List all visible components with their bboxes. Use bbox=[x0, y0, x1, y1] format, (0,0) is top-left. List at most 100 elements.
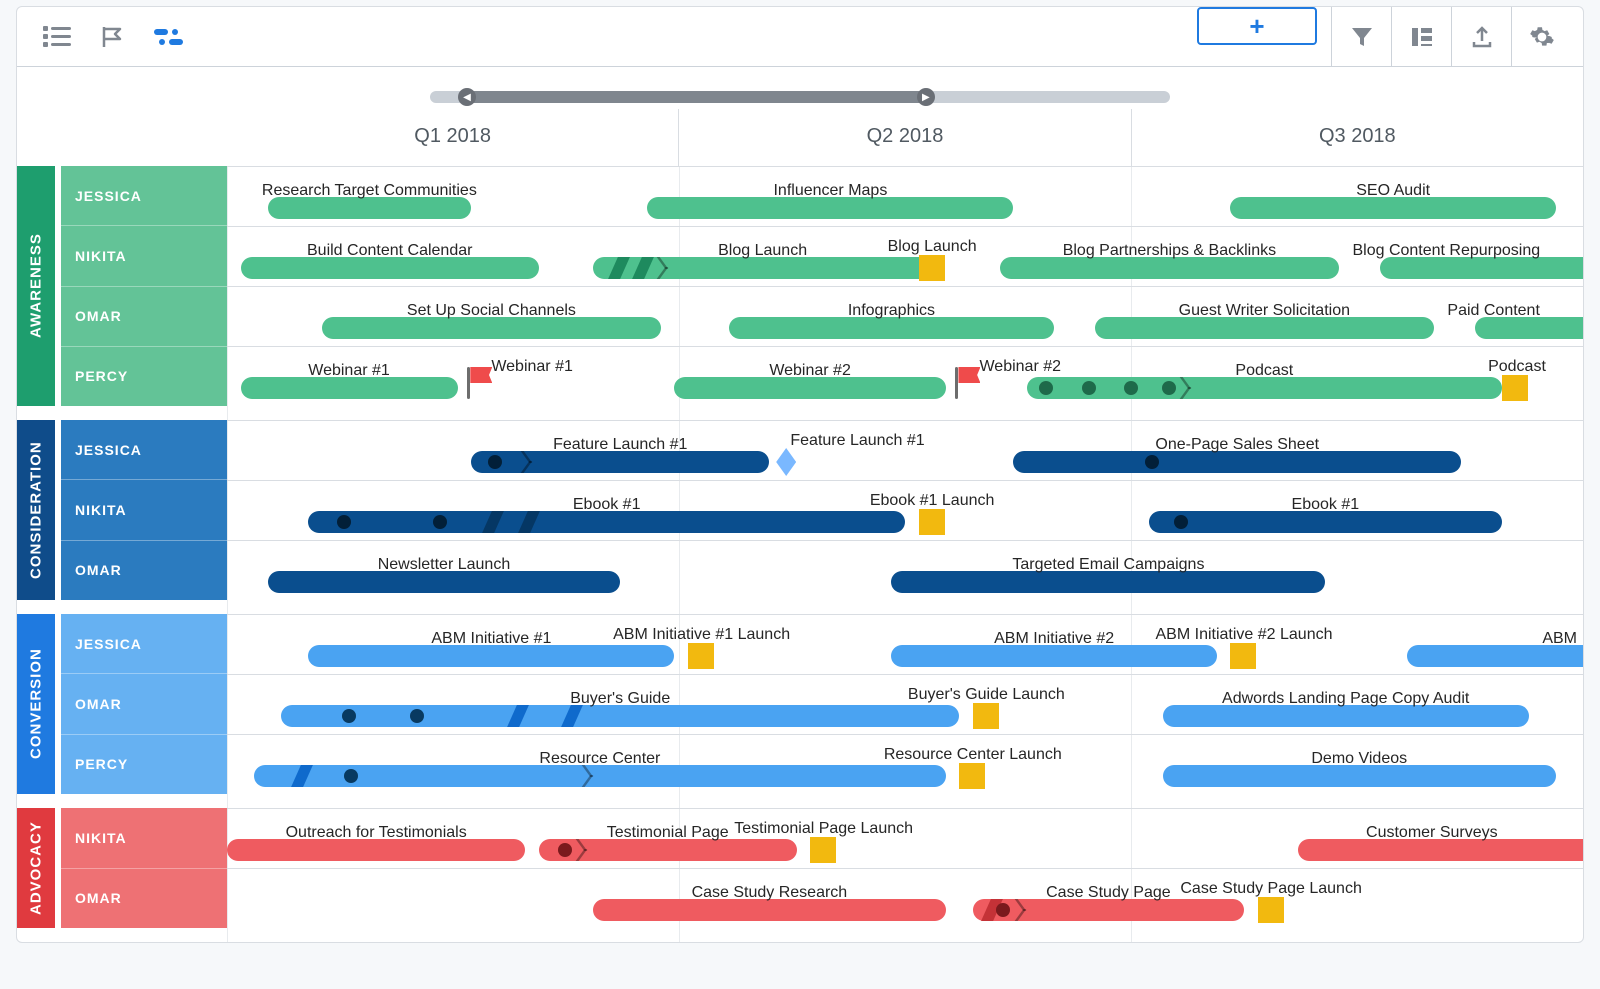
group-consideration: CONSIDERATION JESSICA NIKITA OMAR Featur… bbox=[17, 420, 1583, 600]
gantt-bar[interactable] bbox=[241, 377, 458, 399]
task-label: Buyer's Guide bbox=[570, 690, 670, 708]
gantt-row: Set Up Social ChannelsInfographicsGuest … bbox=[227, 286, 1583, 346]
gantt-bar[interactable] bbox=[1407, 645, 1584, 667]
gantt-bar[interactable] bbox=[1027, 377, 1502, 399]
gantt-bar[interactable] bbox=[308, 511, 905, 533]
person-label[interactable]: OMAR bbox=[61, 540, 227, 600]
gantt-bar[interactable] bbox=[322, 317, 661, 339]
gantt-bar[interactable] bbox=[268, 197, 471, 219]
person-label[interactable]: NIKITA bbox=[61, 808, 227, 868]
task-label: Infographics bbox=[848, 302, 935, 320]
layout-icon[interactable] bbox=[1391, 7, 1451, 66]
person-label[interactable]: OMAR bbox=[61, 286, 227, 346]
gantt-bar[interactable] bbox=[254, 765, 946, 787]
gantt-bar[interactable] bbox=[1163, 765, 1556, 787]
task-label: Outreach for Testimonials bbox=[286, 824, 467, 842]
flag-icon[interactable] bbox=[952, 367, 980, 389]
add-button-label: + bbox=[1249, 11, 1264, 42]
gantt-bar[interactable] bbox=[1149, 511, 1502, 533]
add-button[interactable]: + bbox=[1197, 7, 1317, 45]
milestone[interactable] bbox=[1502, 375, 1528, 401]
milestone[interactable] bbox=[919, 509, 945, 535]
milestone[interactable] bbox=[810, 837, 836, 863]
slider-start-handle[interactable]: ◀ bbox=[458, 88, 476, 106]
milestone[interactable] bbox=[919, 255, 945, 281]
person-label[interactable]: PERCY bbox=[61, 346, 227, 406]
slider-end-handle[interactable]: ▶ bbox=[917, 88, 935, 106]
diamond-icon[interactable] bbox=[776, 448, 796, 476]
task-label: Webinar #1 bbox=[308, 362, 390, 380]
gantt-bar[interactable] bbox=[1095, 317, 1434, 339]
group-label: AWARENESS bbox=[17, 166, 55, 406]
gantt-row: Buyer's GuideBuyer's Guide LaunchAdwords… bbox=[227, 674, 1583, 734]
gantt-bar[interactable] bbox=[674, 377, 945, 399]
gantt-row: Webinar #1Webinar #1Webinar #2Webinar #2… bbox=[227, 346, 1583, 406]
gantt-bar[interactable] bbox=[729, 317, 1054, 339]
gantt-bar[interactable] bbox=[891, 645, 1216, 667]
gantt-row: Ebook #1Ebook #1 LaunchEbook #1 bbox=[227, 480, 1583, 540]
export-icon[interactable] bbox=[1451, 7, 1511, 66]
gantt-bar[interactable] bbox=[539, 839, 797, 861]
task-label: Paid Content bbox=[1447, 302, 1540, 320]
gantt-bar[interactable] bbox=[593, 257, 932, 279]
flag-icon[interactable] bbox=[464, 367, 492, 389]
zoom-slider[interactable]: ◀ ▶ bbox=[17, 67, 1583, 109]
milestone[interactable] bbox=[688, 643, 714, 669]
person-label[interactable]: OMAR bbox=[61, 868, 227, 929]
list-view-icon[interactable] bbox=[29, 13, 85, 61]
milestone[interactable] bbox=[973, 703, 999, 729]
timeline-view-icon[interactable] bbox=[141, 13, 197, 61]
person-label[interactable]: OMAR bbox=[61, 673, 227, 733]
gantt-bar[interactable] bbox=[593, 899, 946, 921]
person-label[interactable]: JESSICA bbox=[61, 614, 227, 673]
task-label: Customer Surveys bbox=[1366, 824, 1498, 842]
gantt-bar[interactable] bbox=[1475, 317, 1584, 339]
gear-icon[interactable] bbox=[1511, 7, 1571, 66]
gantt-bar[interactable] bbox=[1230, 197, 1555, 219]
group-label: CONSIDERATION bbox=[17, 420, 55, 600]
gantt-bar[interactable] bbox=[973, 899, 1244, 921]
gantt-bar[interactable] bbox=[471, 451, 769, 473]
group-label: CONVERSION bbox=[17, 614, 55, 794]
milestone[interactable] bbox=[1258, 897, 1284, 923]
task-label: ABM Initiative #1 bbox=[431, 630, 551, 648]
gantt-bar[interactable] bbox=[1298, 839, 1584, 861]
gantt-bar[interactable] bbox=[1013, 451, 1460, 473]
gantt-row: Build Content CalendarBlog LaunchBlog La… bbox=[227, 226, 1583, 286]
gantt-bar[interactable] bbox=[308, 645, 674, 667]
milestone[interactable] bbox=[959, 763, 985, 789]
task-label: Webinar #2 bbox=[769, 362, 851, 380]
task-label: Ebook #1 Launch bbox=[870, 492, 995, 510]
person-label[interactable]: NIKITA bbox=[61, 225, 227, 285]
gantt-row: ABM Initiative #1ABM Initiative #1 Launc… bbox=[227, 614, 1583, 674]
group-label: ADVOCACY bbox=[17, 808, 55, 928]
task-label: Case Study Page Launch bbox=[1180, 880, 1361, 898]
task-label: ABM Initiative #2 bbox=[994, 630, 1114, 648]
task-label: Blog Launch bbox=[718, 242, 807, 260]
gantt-bar[interactable] bbox=[1163, 705, 1529, 727]
filter-icon[interactable] bbox=[1331, 7, 1391, 66]
task-label: Set Up Social Channels bbox=[407, 302, 576, 320]
person-label[interactable]: JESSICA bbox=[61, 166, 227, 225]
gantt-bar[interactable] bbox=[891, 571, 1325, 593]
task-label: Feature Launch #1 bbox=[553, 436, 687, 454]
task-label: Newsletter Launch bbox=[378, 556, 511, 574]
flag-view-icon[interactable] bbox=[85, 13, 141, 61]
person-label[interactable]: NIKITA bbox=[61, 479, 227, 539]
gantt-bar[interactable] bbox=[1000, 257, 1339, 279]
gantt-bar[interactable] bbox=[281, 705, 959, 727]
person-label[interactable]: PERCY bbox=[61, 734, 227, 794]
gantt-bar[interactable] bbox=[268, 571, 621, 593]
gantt-bar[interactable] bbox=[227, 839, 525, 861]
task-label: Resource Center bbox=[539, 750, 660, 768]
gantt-row: Resource CenterResource Center LaunchDem… bbox=[227, 734, 1583, 794]
task-label: Case Study Research bbox=[692, 884, 848, 902]
gantt-bar[interactable] bbox=[1380, 257, 1584, 279]
gantt-row: Outreach for TestimonialsTestimonial Pag… bbox=[227, 808, 1583, 868]
milestone[interactable] bbox=[1230, 643, 1256, 669]
gantt-bar[interactable] bbox=[241, 257, 539, 279]
gantt-bar[interactable] bbox=[647, 197, 1013, 219]
task-label: Resource Center Launch bbox=[884, 746, 1062, 764]
person-label[interactable]: JESSICA bbox=[61, 420, 227, 479]
task-label: Case Study Page bbox=[1046, 884, 1171, 902]
